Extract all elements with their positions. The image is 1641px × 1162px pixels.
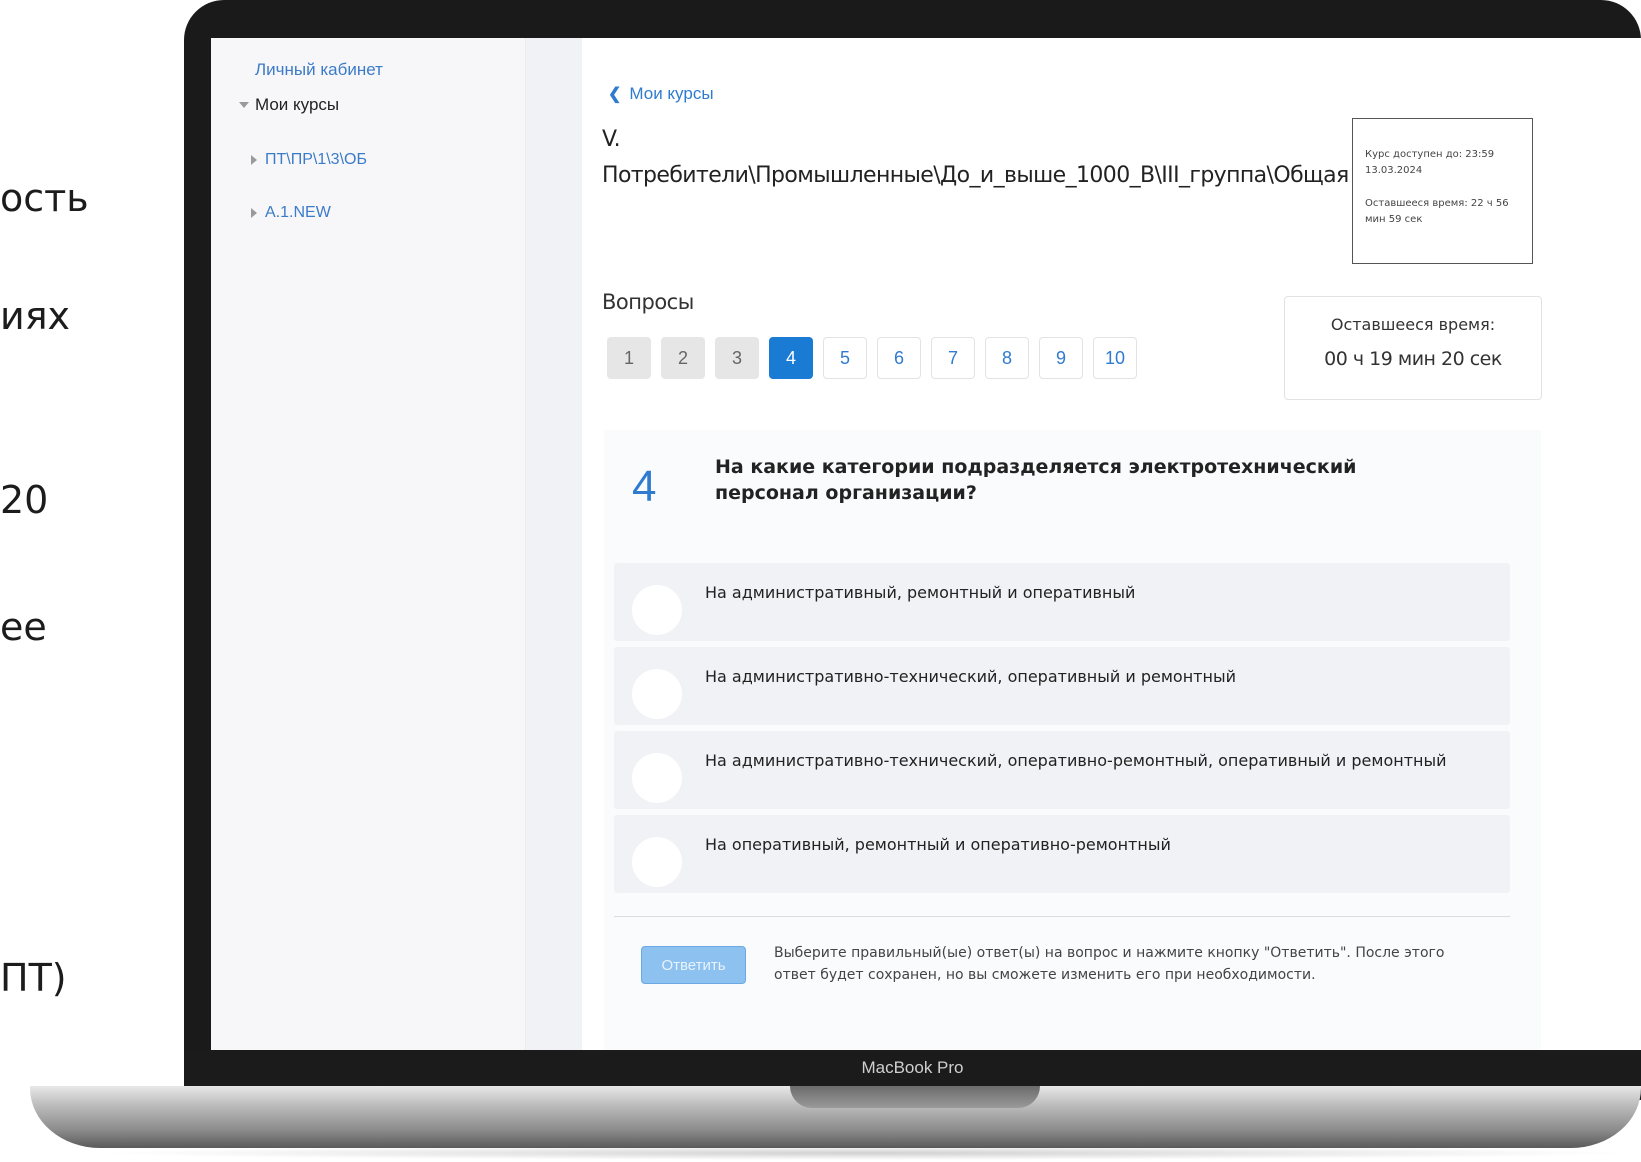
question-page-button[interactable]: 6 bbox=[877, 337, 921, 379]
question-page-button[interactable]: 4 bbox=[769, 337, 813, 379]
laptop-base-shadow bbox=[90, 1146, 1641, 1160]
back-link[interactable]: ❮ Мои курсы bbox=[608, 84, 714, 104]
question-pager: 1 2 3 4 5 6 7 8 9 10 bbox=[607, 337, 1137, 379]
question-text: На какие категории подразделяется электр… bbox=[715, 456, 1357, 504]
question-page-button[interactable]: 3 bbox=[715, 337, 759, 379]
chevron-left-icon: ❮ bbox=[608, 86, 622, 103]
answer-option-label: На административно-технический, оператив… bbox=[705, 751, 1447, 770]
answer-option[interactable]: На оперативный, ремонтный и оперативно-р… bbox=[614, 815, 1510, 893]
laptop-bottom-bezel: MacBook Pro bbox=[184, 1050, 1641, 1086]
back-link-label: Мои курсы bbox=[629, 84, 714, 103]
divider bbox=[614, 916, 1510, 917]
sidebar: Личный кабинет Мои курсы ПТ\ПР\1\3\ОБ А.… bbox=[211, 38, 526, 1050]
slide-text-fragment: ПТ) bbox=[0, 956, 67, 1000]
sidebar-item-my-courses[interactable]: Мои курсы bbox=[239, 95, 339, 115]
radio-button[interactable] bbox=[632, 669, 682, 719]
question-page-button[interactable]: 2 bbox=[661, 337, 705, 379]
course-title: V. Потребители\Промышленные\До_и_выше_10… bbox=[602, 127, 1349, 188]
answer-option-label: На оперативный, ремонтный и оперативно-р… bbox=[705, 835, 1171, 854]
content-gutter bbox=[526, 38, 582, 1050]
submit-answer-button[interactable]: Ответить bbox=[641, 946, 746, 984]
sidebar-course-item[interactable]: А.1.NEW bbox=[251, 204, 331, 222]
main-content: ❮ Мои курсы V. Потребители\Промышленные\… bbox=[582, 38, 1641, 1050]
question-page-button[interactable]: 10 bbox=[1093, 337, 1137, 379]
answer-option[interactable]: На административно-технический, оператив… bbox=[614, 647, 1510, 725]
caret-right-icon bbox=[251, 208, 257, 218]
sidebar-course-item[interactable]: ПТ\ПР\1\3\ОБ bbox=[251, 151, 367, 169]
course-available-until: Курс доступен до: 23:59 13.03.2024 bbox=[1365, 149, 1495, 176]
timer-value: 00 ч 19 мин 20 сек bbox=[1324, 348, 1502, 370]
slide-text-fragment: 20 bbox=[0, 478, 49, 522]
caret-right-icon bbox=[251, 155, 257, 165]
slide-text-fragment: ость bbox=[0, 176, 89, 220]
answer-option-label: На административный, ремонтный и операти… bbox=[705, 583, 1136, 602]
slide-text-fragment: ее bbox=[0, 605, 47, 649]
caret-down-icon bbox=[239, 102, 249, 108]
laptop-screen: Личный кабинет Мои курсы ПТ\ПР\1\3\ОБ А.… bbox=[211, 38, 1641, 1050]
sidebar-course-label: ПТ\ПР\1\3\ОБ bbox=[265, 151, 367, 168]
question-page-button[interactable]: 8 bbox=[985, 337, 1029, 379]
question-page-button[interactable]: 1 bbox=[607, 337, 651, 379]
sidebar-course-label: А.1.NEW bbox=[265, 204, 331, 221]
answer-option[interactable]: На административно-технический, оператив… bbox=[614, 731, 1510, 809]
laptop-base-notch bbox=[790, 1086, 1040, 1108]
timer-label: Оставшееся время: bbox=[1330, 315, 1496, 334]
course-remaining-time: Оставшееся время: 22 ч 56 мин 59 сек bbox=[1365, 198, 1509, 225]
question-page-button[interactable]: 9 bbox=[1039, 337, 1083, 379]
questions-heading: Вопросы bbox=[602, 290, 694, 314]
slide-text-fragment: иях bbox=[0, 294, 71, 338]
course-info-box: Курс доступен до: 23:59 13.03.2024 Остав… bbox=[1352, 118, 1533, 264]
radio-button[interactable] bbox=[632, 837, 682, 887]
answer-option-label: На административно-технический, оператив… bbox=[705, 667, 1236, 686]
radio-button[interactable] bbox=[632, 753, 682, 803]
submit-hint: Выберите правильный(ые) ответ(ы) на вопр… bbox=[774, 945, 1445, 983]
timer-panel: Оставшееся время: 00 ч 19 мин 20 сек bbox=[1284, 296, 1542, 400]
answer-option[interactable]: На административный, ремонтный и операти… bbox=[614, 563, 1510, 641]
radio-button[interactable] bbox=[632, 585, 682, 635]
question-number: 4 bbox=[632, 462, 657, 511]
sidebar-link-cabinet[interactable]: Личный кабинет bbox=[255, 60, 383, 80]
question-page-button[interactable]: 5 bbox=[823, 337, 867, 379]
question-page-button[interactable]: 7 bbox=[931, 337, 975, 379]
laptop-brand-label: MacBook Pro bbox=[861, 1058, 964, 1077]
sidebar-item-label: Мои курсы bbox=[255, 95, 340, 114]
laptop-base bbox=[0, 1086, 1641, 1162]
